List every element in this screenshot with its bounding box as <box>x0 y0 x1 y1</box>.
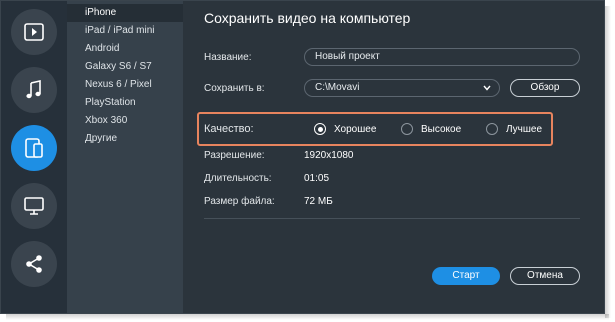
browse-button[interactable]: Обзор <box>510 79 580 97</box>
rail-button-tv[interactable] <box>11 183 57 229</box>
device-list: iPhone iPad / iPad mini Android Galaxy S… <box>67 1 183 313</box>
resolution-label: Разрешение: <box>204 150 265 161</box>
window-shadow-bottom <box>6 314 609 320</box>
duration-value: 01:05 <box>304 173 330 184</box>
device-item-ipad[interactable]: iPad / iPad mini <box>67 22 183 40</box>
chevron-down-icon <box>483 85 491 91</box>
save-location-select[interactable]: C:\Movavi <box>304 79 500 97</box>
quality-option-good[interactable]: Хорошее <box>314 123 376 135</box>
duration-label: Длительность: <box>204 173 272 184</box>
device-item-android[interactable]: Android <box>67 40 183 58</box>
start-button[interactable]: Старт <box>432 267 500 285</box>
quality-option-high-label: Высокое <box>421 123 462 135</box>
rail-button-share[interactable] <box>11 241 57 287</box>
device-item-playstation[interactable]: PlayStation <box>67 94 183 112</box>
resolution-value: 1920x1080 <box>304 150 354 161</box>
monitor-icon <box>24 197 44 215</box>
quality-label: Качество: <box>204 123 254 135</box>
export-window: iPhone iPad / iPad mini Android Galaxy S… <box>0 0 605 314</box>
device-item-nexus[interactable]: Nexus 6 / Pixel <box>67 76 183 94</box>
music-note-icon <box>26 80 41 99</box>
video-icon <box>24 23 44 41</box>
window-shadow-right <box>605 6 611 318</box>
divider <box>204 218 580 219</box>
export-category-rail <box>1 1 67 313</box>
quality-option-high[interactable]: Высокое <box>401 123 461 135</box>
device-item-other[interactable]: Другие <box>67 130 183 148</box>
quality-option-good-label: Хорошее <box>334 123 377 135</box>
rail-button-devices[interactable] <box>11 125 57 171</box>
page-title: Сохранить видео на компьютер <box>204 10 411 26</box>
save-location-value: C:\Movavi <box>315 82 360 93</box>
quality-option-best-label: Лучшее <box>506 123 543 135</box>
rail-button-audio[interactable] <box>11 67 57 113</box>
filesize-label: Размер файла: <box>204 196 275 207</box>
radio-high[interactable] <box>401 123 413 135</box>
radio-good[interactable] <box>314 123 326 135</box>
filesize-value: 72 МБ <box>304 196 333 207</box>
name-field[interactable]: Новый проект <box>304 48 580 66</box>
export-settings-panel: Сохранить видео на компьютер Название: Н… <box>183 1 604 313</box>
cancel-button[interactable]: Отмена <box>510 267 580 285</box>
share-icon <box>26 255 42 273</box>
device-item-xbox[interactable]: Xbox 360 <box>67 112 183 130</box>
device-item-galaxy[interactable]: Galaxy S6 / S7 <box>67 58 183 76</box>
name-label: Название: <box>204 52 252 63</box>
save-location-label: Сохранить в: <box>204 83 265 94</box>
rail-button-video[interactable] <box>11 9 57 55</box>
quality-option-best[interactable]: Лучшее <box>486 123 542 135</box>
devices-icon <box>25 138 43 158</box>
radio-best[interactable] <box>486 123 498 135</box>
device-item-iphone[interactable]: iPhone <box>67 4 183 22</box>
